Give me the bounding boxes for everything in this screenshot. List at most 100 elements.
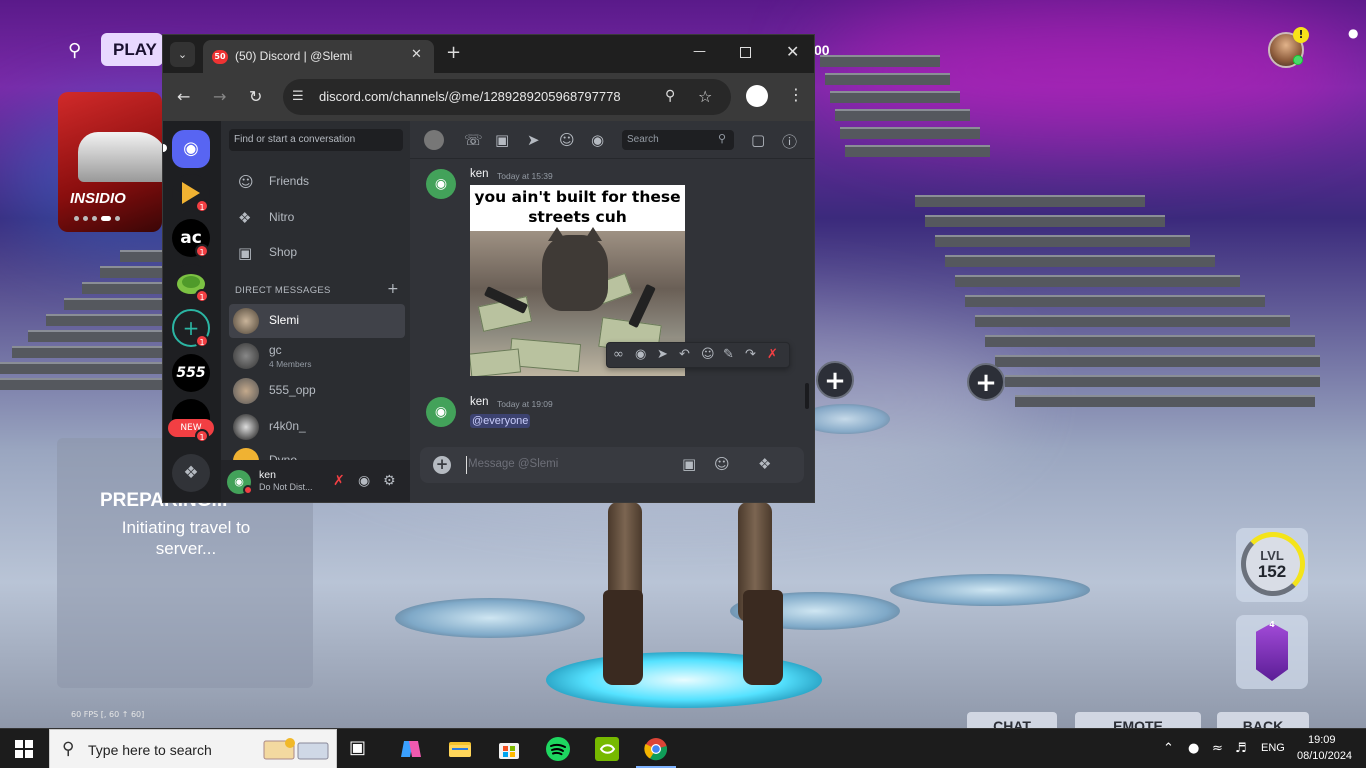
create-dm-button[interactable]: + bbox=[387, 281, 399, 297]
task-view-icon[interactable]: ▣ bbox=[349, 737, 373, 761]
online-status-icon bbox=[1293, 55, 1303, 65]
microphone-icon[interactable]: ● bbox=[1188, 741, 1199, 756]
dm-item-slemi[interactable]: Slemi bbox=[229, 304, 405, 338]
taskbar-search[interactable]: ⚲ Type here to search bbox=[49, 729, 337, 768]
edit-pencil-icon[interactable]: ✎ bbox=[723, 347, 734, 362]
nav-shop[interactable]: ▣ Shop bbox=[229, 236, 403, 270]
language-indicator[interactable]: ENG bbox=[1261, 742, 1285, 754]
nvidia-icon[interactable] bbox=[595, 737, 619, 761]
search-icon: ⚲ bbox=[62, 739, 75, 759]
avatar bbox=[233, 378, 259, 404]
nav-friends[interactable]: ☺ Friends bbox=[229, 165, 403, 199]
dm-search-input[interactable]: Find or start a conversation bbox=[229, 129, 403, 151]
chat-scrollbar[interactable] bbox=[805, 383, 809, 409]
site-info-icon[interactable]: ☰ bbox=[292, 89, 308, 105]
browser-toolbar: ← → ↻ ☰ discord.com/channels/@me/1289289… bbox=[163, 73, 814, 121]
forward-icon[interactable]: ↷ bbox=[745, 347, 756, 362]
add-friends-icon[interactable]: ☺ bbox=[559, 131, 575, 149]
search-icon[interactable]: ⚲ bbox=[68, 40, 88, 61]
chat-search-input[interactable]: Search ⚲ bbox=[622, 130, 734, 150]
inbox-icon[interactable]: ▢ bbox=[751, 131, 765, 149]
gift-icon[interactable]: ▣ bbox=[682, 455, 696, 473]
message-composer[interactable]: + Message @Slemi ▣ ☺ ❖ bbox=[420, 447, 804, 483]
mute-mic-icon[interactable]: ✗ bbox=[333, 473, 345, 489]
pin-icon[interactable]: ➤ bbox=[657, 347, 668, 362]
avatar[interactable]: ◉ bbox=[426, 397, 456, 427]
link-icon[interactable]: ∞ bbox=[613, 347, 624, 362]
alert-icon[interactable]: ! bbox=[1293, 27, 1309, 43]
discord-home-button[interactable]: ◉ bbox=[172, 130, 210, 168]
emoji-icon[interactable]: ☺ bbox=[714, 455, 730, 473]
attach-plus-icon[interactable]: + bbox=[433, 456, 451, 474]
show-hidden-icons[interactable]: ⌃ bbox=[1163, 741, 1174, 756]
profile-avatar[interactable] bbox=[746, 85, 768, 107]
minimize-button[interactable]: — bbox=[693, 44, 706, 59]
rank-card[interactable]: 4 bbox=[1236, 615, 1308, 689]
clock-time[interactable]: 19:09 bbox=[1308, 734, 1336, 746]
voice-call-icon[interactable]: ☏ bbox=[464, 131, 483, 149]
back-arrow-icon[interactable]: ← bbox=[177, 87, 190, 106]
reload-icon[interactable]: ↻ bbox=[249, 87, 262, 106]
carousel-dots[interactable] bbox=[74, 216, 120, 221]
pin-icon[interactable]: ➤ bbox=[527, 131, 540, 149]
mention-everyone[interactable]: @everyone bbox=[470, 414, 531, 428]
video-call-icon[interactable]: ▣ bbox=[495, 131, 509, 149]
help-icon[interactable]: ⓘ bbox=[782, 131, 797, 152]
forward-arrow-icon[interactable]: → bbox=[213, 87, 226, 106]
avatar[interactable]: ◉ bbox=[426, 169, 456, 199]
play-button[interactable]: PLAY bbox=[101, 33, 163, 66]
tab-search-button[interactable]: ⌄ bbox=[170, 42, 195, 67]
close-icon[interactable]: ✕ bbox=[411, 47, 422, 62]
fps-counter: 60 FPS [, 60 ↑ 60] bbox=[71, 710, 145, 719]
user-profile-icon[interactable]: ◉ bbox=[591, 131, 604, 149]
settings-gear-icon[interactable]: ⚙ bbox=[383, 473, 396, 489]
message-author[interactable]: ken bbox=[470, 396, 489, 408]
chrome-icon[interactable] bbox=[644, 737, 668, 761]
wifi-icon[interactable]: ≈ bbox=[1212, 741, 1223, 756]
dm-item-555-opp[interactable]: 555_opp bbox=[229, 374, 405, 408]
maximize-button[interactable] bbox=[740, 47, 751, 58]
bookmark-star-icon[interactable]: ☆ bbox=[698, 87, 712, 106]
shop-icon: ▣ bbox=[238, 244, 253, 262]
address-bar[interactable]: ☰ discord.com/channels/@me/1289289205968… bbox=[283, 79, 731, 115]
message-author[interactable]: ken bbox=[470, 168, 489, 180]
copilot-icon[interactable] bbox=[399, 737, 423, 761]
url-text[interactable]: discord.com/channels/@me/128928920596879… bbox=[319, 89, 621, 104]
back-button[interactable]: BACK bbox=[1217, 712, 1309, 728]
level-card[interactable]: LVL 152 bbox=[1236, 528, 1308, 602]
explore-servers-button[interactable]: ❖ bbox=[172, 454, 210, 492]
server-icon[interactable]: 555 bbox=[172, 354, 210, 392]
add-party-member-button[interactable]: + bbox=[816, 361, 854, 399]
volume-icon[interactable]: ♬ bbox=[1235, 741, 1247, 756]
dm-item-r4k0n[interactable]: r4k0n_ bbox=[229, 410, 405, 444]
thread-icon[interactable]: ◉ bbox=[635, 347, 646, 362]
add-reaction-icon[interactable]: ☺ bbox=[701, 347, 715, 362]
banner-title: INSIDIO bbox=[70, 190, 126, 207]
microsoft-store-icon[interactable] bbox=[497, 737, 521, 761]
meme-caption: you ain't built for these streets cuh bbox=[474, 188, 681, 226]
delete-trash-icon[interactable]: ✗ bbox=[767, 347, 778, 362]
clock-date[interactable]: 08/10/2024 bbox=[1297, 750, 1352, 762]
text-caret bbox=[466, 456, 467, 474]
tab-discord[interactable]: 50 (50) Discord | @Slemi ✕ bbox=[203, 40, 434, 73]
start-button[interactable] bbox=[15, 740, 33, 758]
headphones-icon[interactable]: ◉ bbox=[358, 473, 370, 489]
emote-button[interactable]: EMOTE bbox=[1075, 712, 1201, 728]
user-name[interactable]: ken bbox=[259, 469, 276, 481]
nav-nitro[interactable]: ❖ Nitro bbox=[229, 201, 403, 235]
apps-icon[interactable]: ❖ bbox=[758, 455, 771, 473]
featured-banner[interactable]: INSIDIO bbox=[58, 92, 162, 232]
reply-icon[interactable]: ↶ bbox=[679, 347, 690, 362]
new-tab-button[interactable]: + bbox=[446, 42, 461, 63]
level-value: 152 bbox=[1257, 562, 1287, 581]
spotify-icon[interactable] bbox=[546, 737, 570, 761]
zoom-icon[interactable]: ⚲ bbox=[665, 88, 675, 104]
close-window-button[interactable]: ✕ bbox=[786, 42, 799, 61]
message-input[interactable]: Message @Slemi bbox=[468, 458, 558, 470]
menu-kebab-icon[interactable]: ⋮ bbox=[788, 85, 804, 104]
chat-header: ☏ ▣ ➤ ☺ ◉ Search ⚲ ▢ ⓘ bbox=[410, 121, 814, 159]
file-explorer-icon[interactable] bbox=[448, 737, 472, 761]
chat-button[interactable]: CHAT bbox=[967, 712, 1057, 728]
add-party-member-button[interactable]: + bbox=[967, 363, 1005, 401]
dm-item-gc[interactable]: gc 4 Members bbox=[229, 339, 405, 373]
